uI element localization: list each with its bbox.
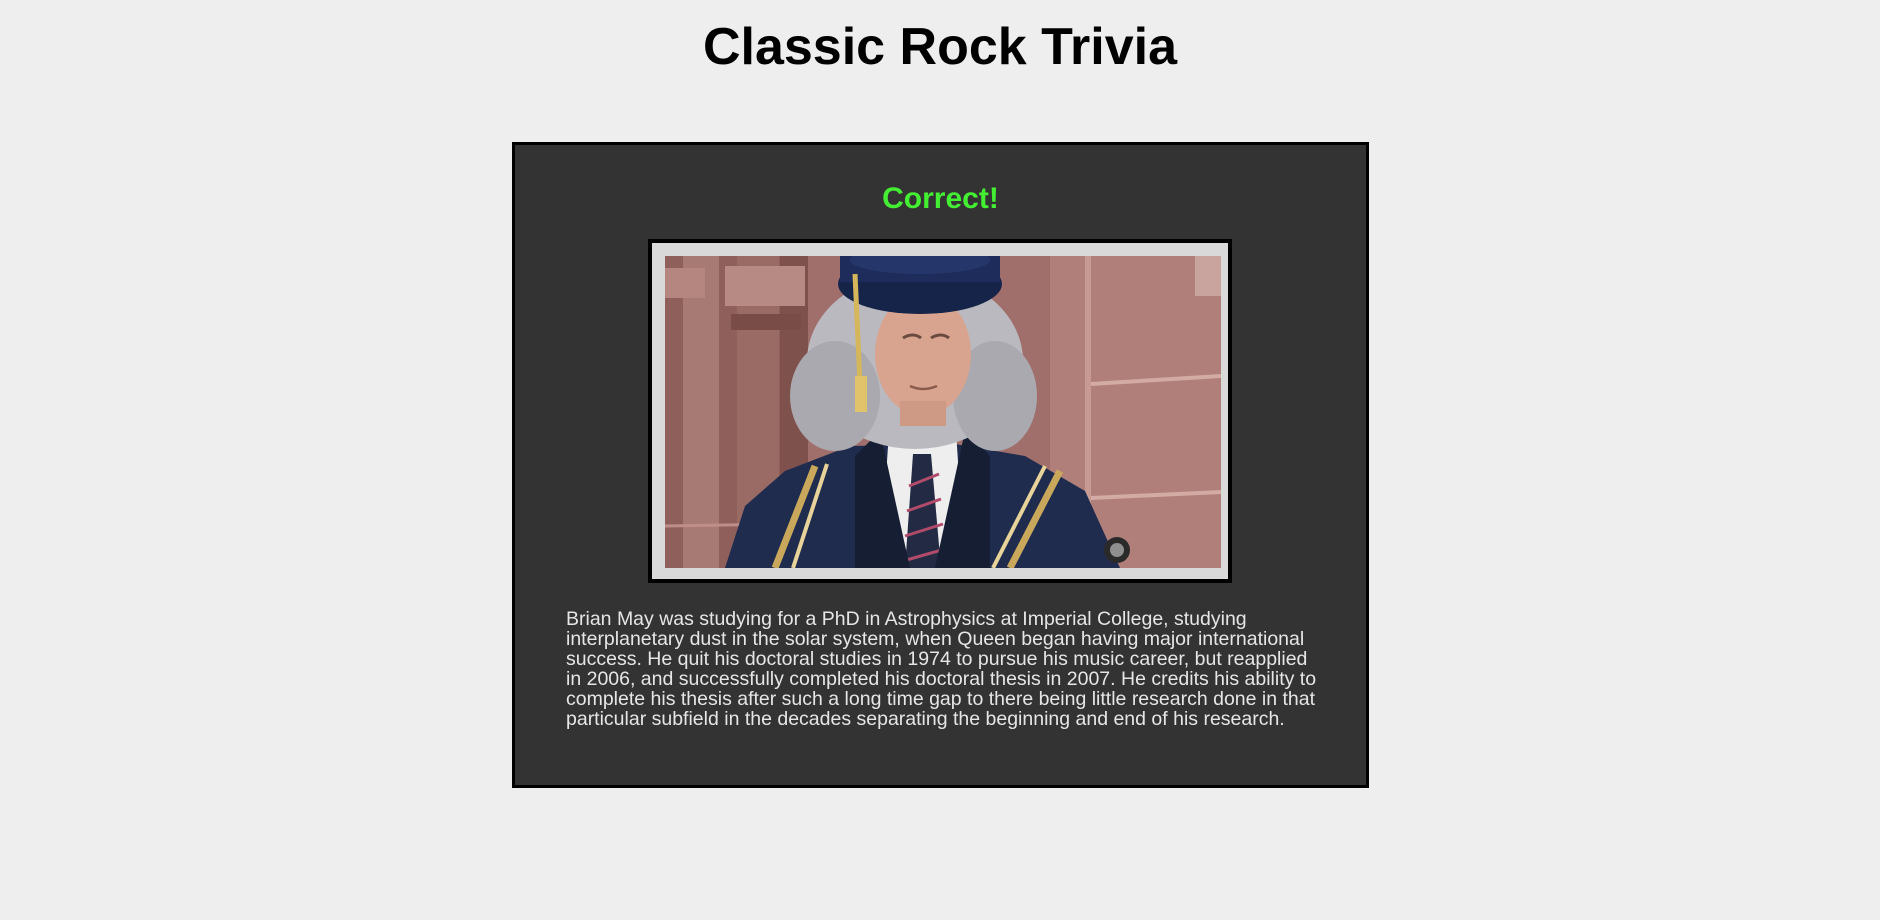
result-panel: Correct! Brian May was studying for a Ph… xyxy=(512,142,1369,788)
result-heading: Correct! xyxy=(882,182,999,215)
photo-frame xyxy=(648,239,1232,583)
portrait-photo xyxy=(665,256,1221,568)
fact-text: Brian May was studying for a PhD in Astr… xyxy=(566,608,1317,730)
page-title: Classic Rock Trivia xyxy=(702,18,1178,76)
